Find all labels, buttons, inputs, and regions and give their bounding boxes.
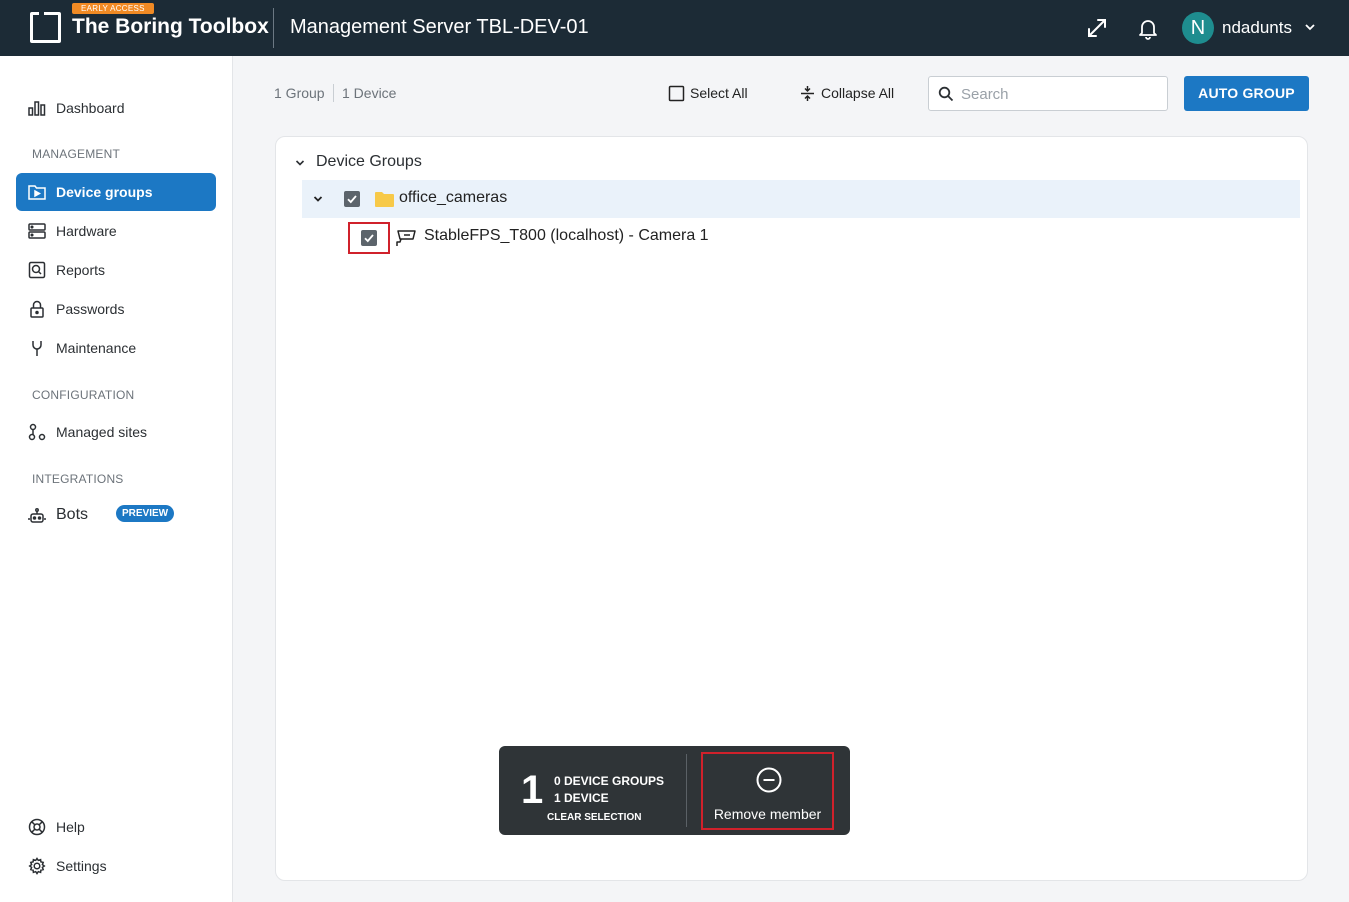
selection-bar: 1 0 DEVICE GROUPS 1 DEVICE CLEAR SELECTI… bbox=[499, 746, 850, 835]
app-title[interactable]: The Boring Toolbox bbox=[72, 15, 269, 39]
sidebar-item-label: Bots bbox=[56, 506, 89, 523]
tree-device-row[interactable]: StableFPS_T800 (localhost) - Camera 1 bbox=[348, 222, 1248, 256]
username[interactable]: ndadunts bbox=[1222, 18, 1292, 38]
chevron-down-icon[interactable] bbox=[294, 157, 306, 169]
chevron-down-icon[interactable] bbox=[312, 193, 324, 205]
sidebar-item-maintenance[interactable]: Maintenance bbox=[16, 329, 216, 367]
collapse-all-label: Collapse All bbox=[821, 85, 895, 101]
device-groups-icon bbox=[28, 185, 46, 200]
group-label: office_cameras bbox=[399, 189, 508, 206]
camera-icon bbox=[396, 230, 416, 246]
sidebar: Dashboard MANAGEMENT Device groups Hardw… bbox=[0, 56, 233, 902]
selection-count: 1 bbox=[521, 768, 544, 812]
avatar[interactable]: N bbox=[1182, 12, 1214, 44]
gear-icon bbox=[28, 857, 46, 875]
select-all-button[interactable]: Select All bbox=[668, 84, 758, 104]
sidebar-item-help[interactable]: Help bbox=[16, 808, 216, 846]
count-divider bbox=[333, 84, 334, 102]
preview-badge: PREVIEW bbox=[116, 505, 175, 522]
section-title-configuration: CONFIGURATION bbox=[32, 388, 135, 402]
server-icon bbox=[28, 223, 46, 239]
sidebar-item-passwords[interactable]: Passwords bbox=[16, 290, 216, 328]
sidebar-item-label: Device groups bbox=[56, 184, 153, 200]
tree-root-label: Device Groups bbox=[316, 153, 422, 170]
expand-icon[interactable] bbox=[1085, 16, 1109, 40]
device-count: 1 Device bbox=[342, 85, 397, 101]
sidebar-item-reports[interactable]: Reports bbox=[16, 251, 216, 289]
select-all-label: Select All bbox=[690, 85, 748, 101]
help-icon bbox=[28, 818, 46, 836]
device-label: StableFPS_T800 (localhost) - Camera 1 bbox=[424, 227, 709, 244]
app-logo-icon[interactable] bbox=[30, 12, 61, 43]
sidebar-item-label: Maintenance bbox=[56, 340, 137, 356]
sidebar-item-label: Hardware bbox=[56, 223, 117, 239]
search-icon bbox=[938, 86, 954, 102]
top-bar: EARLY ACCESS The Boring Toolbox Manageme… bbox=[0, 0, 1349, 56]
wrench-icon bbox=[32, 341, 42, 356]
selected-groups-text: 0 DEVICE GROUPS bbox=[554, 774, 665, 788]
selected-devices-text: 1 DEVICE bbox=[554, 791, 609, 805]
sidebar-item-label: Reports bbox=[56, 262, 106, 278]
early-access-badge: EARLY ACCESS bbox=[72, 3, 154, 14]
clear-selection-link[interactable]: CLEAR SELECTION bbox=[547, 812, 641, 823]
remove-member-label: Remove member bbox=[713, 806, 822, 822]
section-title-management: MANAGEMENT bbox=[32, 147, 121, 161]
server-title: Management Server TBL-DEV-01 bbox=[290, 16, 589, 38]
chevron-down-icon[interactable] bbox=[1303, 20, 1317, 34]
robot-icon bbox=[28, 508, 46, 523]
tree-group-row[interactable]: office_cameras bbox=[302, 180, 1300, 218]
sidebar-item-label: Help bbox=[56, 819, 85, 835]
collapse-all-button[interactable]: Collapse All bbox=[799, 84, 904, 104]
sidebar-item-bots[interactable]: Bots PREVIEW bbox=[16, 497, 216, 535]
sidebar-item-label: Passwords bbox=[56, 301, 125, 317]
lock-icon bbox=[30, 300, 44, 318]
group-checkbox[interactable] bbox=[344, 191, 360, 207]
sidebar-item-label: Dashboard bbox=[56, 100, 125, 116]
device-checkbox[interactable] bbox=[361, 230, 377, 246]
sidebar-item-label: Managed sites bbox=[56, 424, 148, 440]
title-divider bbox=[273, 8, 274, 48]
report-icon bbox=[28, 261, 46, 279]
checkbox-icon bbox=[668, 85, 685, 102]
sidebar-item-settings[interactable]: Settings bbox=[16, 847, 216, 885]
remove-member-button[interactable]: Remove member bbox=[701, 752, 834, 830]
search-box[interactable] bbox=[928, 76, 1168, 111]
auto-group-button[interactable]: AUTO GROUP bbox=[1184, 76, 1309, 111]
sidebar-item-managed-sites[interactable]: Managed sites bbox=[16, 413, 216, 451]
sidebar-item-dashboard[interactable]: Dashboard bbox=[16, 89, 216, 127]
sites-icon bbox=[28, 423, 46, 441]
notification-bell-icon[interactable] bbox=[1136, 16, 1160, 40]
selection-divider bbox=[686, 754, 687, 827]
minus-circle-icon bbox=[756, 767, 782, 793]
search-input[interactable] bbox=[961, 83, 1161, 105]
checkmark-icon bbox=[347, 195, 357, 204]
group-count: 1 Group bbox=[274, 85, 325, 101]
sidebar-item-label: Settings bbox=[56, 858, 107, 874]
sidebar-item-device-groups[interactable]: Device groups bbox=[16, 173, 216, 211]
section-title-integrations: INTEGRATIONS bbox=[32, 472, 124, 486]
bar-chart-icon bbox=[28, 101, 46, 116]
folder-icon bbox=[375, 192, 394, 207]
checkmark-icon bbox=[364, 234, 374, 243]
collapse-icon bbox=[801, 86, 814, 101]
sidebar-item-hardware[interactable]: Hardware bbox=[16, 212, 216, 250]
